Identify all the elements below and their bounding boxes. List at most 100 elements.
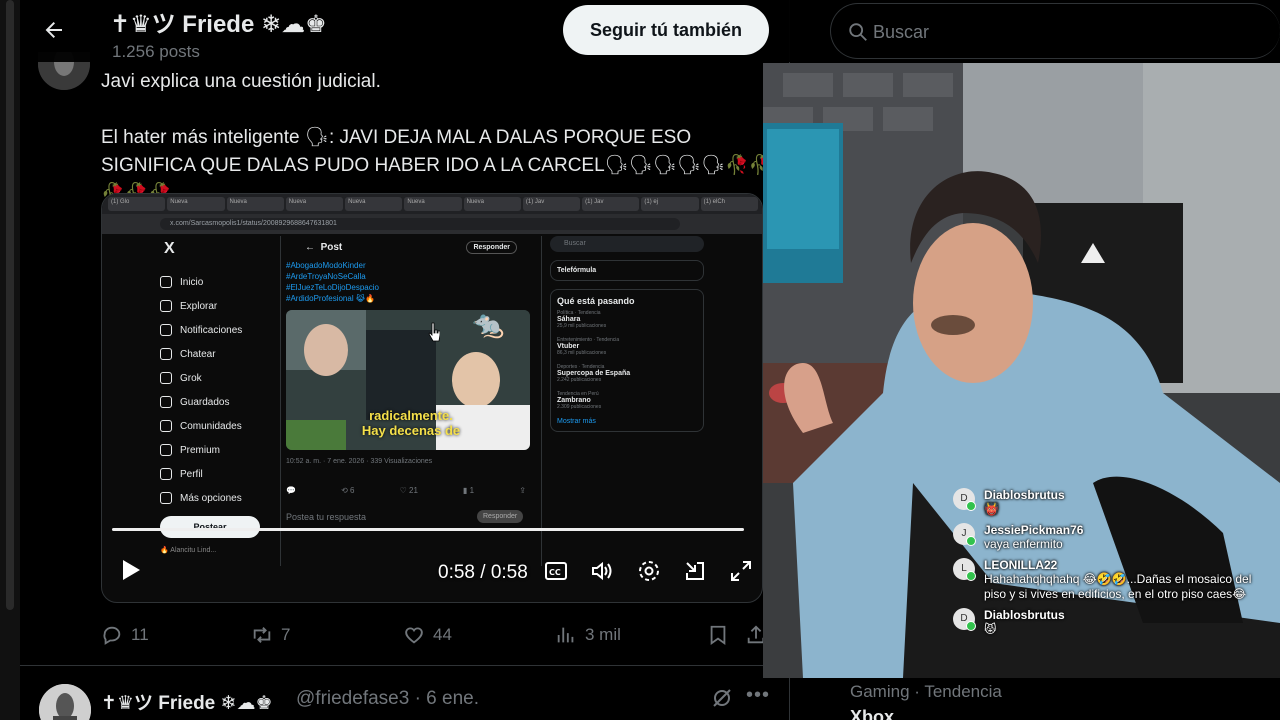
inner-trend-count: 2.309 publicaciones [557, 404, 602, 410]
left-scrollbar[interactable] [0, 0, 20, 720]
chat-text: 👹 [984, 502, 999, 516]
search-bar[interactable] [830, 3, 1280, 59]
like-button[interactable]: 44 [403, 620, 452, 650]
inner-video-subtitle: radicalmente. Hay decenas de [361, 408, 461, 438]
inner-reply-placeholder: Postea tu respuesta [286, 512, 367, 522]
nav-icon [160, 324, 172, 336]
inner-trending-box: Qué está pasando Política · Tendencia Sáh… [550, 289, 704, 432]
video-player[interactable]: (1) Glo Nueva Nueva Nueva Nueva Nueva Nueva (1)… [101, 193, 763, 603]
inner-post-button: Postear [160, 516, 260, 538]
inner-act-count: 21 [409, 486, 418, 495]
svg-text:CC: CC [549, 568, 561, 577]
search-input[interactable] [873, 18, 1253, 46]
inner-post-actions: 💬 ⟲ 6 ♡ 21 ▮ 1 ⇪ [286, 486, 526, 495]
chat-message: L LEONILLA22 Hahahahqhqhahq 😂🤣🤣...Dañas el… [953, 558, 1253, 602]
nav-icon [160, 420, 172, 432]
inner-nav-label: Inicio [180, 276, 204, 288]
inner-nav-label: Más opciones [180, 492, 242, 504]
views-count: 3 mil [585, 625, 621, 644]
video-controls: 0:58 / 0:58 CC [102, 550, 762, 594]
inner-hashtag: #AbogadoModoKinder [286, 261, 366, 270]
inner-trend-count: 2.242 publicaciones [557, 377, 602, 383]
inner-nav-label: Comunidades [180, 420, 242, 432]
nav-icon [160, 372, 172, 384]
inner-nav-item: Inicio [160, 270, 270, 294]
browser-tab: (1) elCh [700, 197, 758, 211]
inner-nav-item: Más opciones [160, 486, 270, 510]
inner-act-count: 6 [350, 486, 355, 495]
browser-tab: Nueva [167, 197, 225, 211]
captions-icon[interactable]: CC [544, 559, 568, 583]
more-icon[interactable]: ••• [746, 684, 770, 707]
browser-tab: Nueva [226, 197, 284, 211]
scrollbar-thumb[interactable] [6, 0, 14, 610]
inner-nav-item: Perfil [160, 462, 270, 486]
browser-tab: Nueva [285, 197, 344, 211]
chat-text: vaya enfermito [984, 537, 1063, 551]
bookmark-button[interactable] [707, 620, 729, 650]
trend-name[interactable]: Xbox [850, 707, 894, 720]
views-icon [557, 627, 574, 643]
main-column: ✝♛ツ Friede ❄☁♚ 1.256 posts Seguir tú tam… [20, 0, 790, 720]
chat-avatar: D [953, 488, 976, 511]
inner-nav-item: Premium [160, 438, 270, 462]
reply-button[interactable]: 11 [101, 620, 149, 650]
inner-nav-label: Guardados [180, 396, 230, 408]
repost-button[interactable]: 7 [251, 620, 290, 650]
fullscreen-icon[interactable] [729, 559, 753, 583]
inner-hashtag: #ElJuezTeLoDijoDespacio [286, 283, 379, 292]
video-progress-bar[interactable] [112, 528, 744, 531]
inner-trending-title: Qué está pasando [557, 296, 635, 306]
views-button[interactable]: 3 mil [555, 620, 621, 650]
inner-show-more: Mostrar más [557, 418, 596, 425]
inner-post-title: Post [320, 242, 343, 253]
inner-trend: Entretenimiento · Tendencia Vtuber 86,3 mi… [557, 337, 697, 356]
follow-button[interactable]: Seguir tú también [563, 5, 769, 55]
back-button[interactable] [38, 14, 70, 46]
inner-hashtag: #ArdidoProfesional 😹🔥 [286, 294, 376, 303]
nav-icon [160, 468, 172, 480]
inner-hashtag: #ArdeTroyaNoSeCalla [286, 272, 366, 281]
inner-trend: Deportes · Tendencia Supercopa de España 2… [557, 364, 697, 383]
inner-trend-name: Sáhara [557, 316, 581, 323]
browser-tab: Nueva [404, 197, 462, 211]
chat-avatar: L [953, 558, 976, 581]
inner-act-count: 1 [469, 486, 475, 495]
chat-message: D Diablosbrutus 😾 [953, 608, 1253, 637]
inner-reply-button: Responder [477, 510, 524, 523]
stream-chat: D Diablosbrutus 👹 J JessiePickman76 vaya enfe… [953, 488, 1253, 643]
browser-tab: Nueva [463, 197, 521, 211]
grok-icon[interactable] [710, 686, 734, 710]
inner-post-meta: 10:52 a. m. · 7 ene. 2026 · 339 Visualiz… [286, 458, 433, 465]
inner-post-header: ← Post Responder [281, 236, 541, 260]
inner-trend: Tendencia en Perú Zambrano 2.309 publicaci… [557, 391, 697, 410]
search-icon [849, 23, 867, 41]
chat-avatar-initial: J [961, 528, 967, 539]
repost-count: 7 [281, 625, 291, 644]
verified-badge-icon [966, 536, 976, 546]
next-tweet-avatar[interactable] [39, 684, 91, 720]
inner-nav-item: Chatear [160, 342, 270, 366]
play-icon[interactable] [120, 558, 142, 582]
minimize-icon[interactable] [683, 559, 707, 583]
settings-icon[interactable] [637, 559, 661, 583]
nav-icon [160, 492, 172, 504]
chat-message: J JessiePickman76 vaya enfermito [953, 523, 1253, 552]
browser-tab: (1) Jav [522, 197, 581, 211]
volume-icon[interactable] [590, 559, 614, 583]
browser-tab-strip: (1) Glo Nueva Nueva Nueva Nueva Nueva Nueva (1)… [102, 194, 762, 214]
like-count: 44 [433, 625, 452, 644]
browser-tab: (1) Glo [108, 197, 166, 211]
posts-count: 1.256 posts [112, 42, 200, 61]
inner-search: Buscar [550, 236, 704, 252]
profile-header: ✝♛ツ Friede ❄☁♚ 1.256 posts Seguir tú tam… [20, 0, 790, 62]
inner-nav-item: Explorar [160, 294, 270, 318]
bookmark-icon [710, 625, 726, 646]
verified-badge-icon [966, 571, 976, 581]
chat-avatar: J [953, 523, 976, 546]
inner-telefonula-label: Telefórmula [557, 267, 597, 274]
reply-icon [103, 626, 121, 645]
next-tweet[interactable]: ✝♛ツ Friede ❄☁♚ @friedefase3 · 6 ene. ••• [20, 666, 790, 720]
inner-nav-label: Chatear [180, 348, 216, 360]
inner-nav-item: Comunidades [160, 414, 270, 438]
